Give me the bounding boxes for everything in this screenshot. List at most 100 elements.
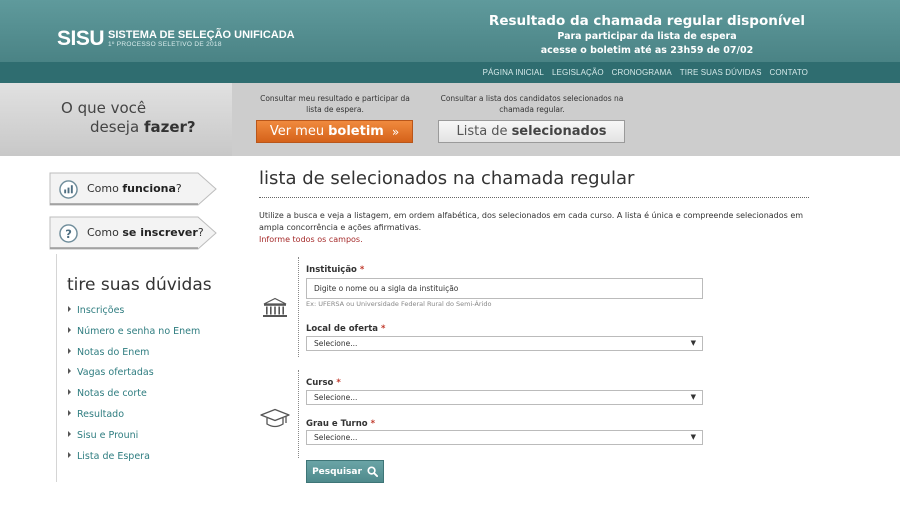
tab2-bold: se inscrever — [122, 226, 198, 239]
question-panel: O que você deseja fazer? — [0, 83, 232, 156]
local-label-text: Local de oferta — [306, 324, 379, 334]
faq-item-label: Inscrições — [77, 305, 125, 316]
triangle-bullet-icon — [68, 306, 71, 312]
como-funciona-label: Como funciona? — [87, 182, 182, 195]
faq-item-inscricoes[interactable]: Inscrições — [68, 305, 200, 326]
nav-cronograma[interactable]: CRONOGRAMA — [612, 68, 672, 77]
triangle-bullet-icon — [68, 389, 71, 396]
notice-title: Resultado da chamada regular disponível — [488, 13, 806, 29]
chevron-down-icon: ▼ — [690, 433, 696, 441]
logo-title: SISTEMA DE SELEÇÃO UNIFICADA — [108, 28, 295, 41]
faq-item-resultado[interactable]: Resultado — [68, 409, 200, 430]
tab2-suffix: ? — [197, 226, 204, 239]
nav-contato[interactable]: CONTATO — [770, 68, 808, 77]
faq-item-label: Número e senha no Enem — [77, 325, 201, 337]
faq-item-lista-espera[interactable]: Lista de Espera — [68, 451, 200, 472]
logo-text: SISTEMA DE SELEÇÃO UNIFICADA 1º PROCESSO… — [108, 28, 295, 49]
faq-item-notas-enem[interactable]: Notas do Enem — [68, 347, 200, 368]
faq-list: Inscrições Número e senha no Enem Notas … — [68, 305, 200, 471]
question-icon: ? — [59, 224, 78, 243]
pesquisar-label: Pesquisar — [312, 466, 362, 477]
faq-title: tire suas dúvidas — [67, 275, 212, 295]
search-icon — [367, 466, 378, 477]
faq-item-numero-senha[interactable]: Número e senha no Enem — [68, 326, 200, 347]
local-oferta-label: Local de oferta * — [306, 324, 385, 334]
institution-label: Instituição * — [306, 265, 364, 275]
logo-mark: SISU — [57, 27, 105, 50]
lista-de-selecionados-button[interactable]: Lista de selecionados — [438, 120, 625, 143]
intro-text: Utilize a busca e veja a listagem, em or… — [259, 211, 804, 232]
faq-item-label: Vagas ofertadas — [77, 367, 154, 379]
logo-subtitle: 1º PROCESSO SELETIVO DE 2018 — [108, 40, 222, 48]
boletim-description: Consultar meu resultado e participar da … — [260, 94, 410, 114]
tab1-suffix: ? — [175, 182, 182, 195]
faq-item-label: Notas do Enem — [77, 346, 150, 358]
ver-meu-boletim-button[interactable]: Ver meu boletim » — [256, 120, 413, 143]
form-group-divider — [298, 257, 299, 357]
curso-label-text: Curso — [306, 378, 334, 388]
svg-text:?: ? — [65, 227, 72, 241]
como-funciona-tab[interactable]: Como funciona? — [48, 172, 218, 206]
required-mark: * — [370, 419, 376, 429]
triangle-bullet-icon — [68, 368, 71, 375]
form-group-divider — [298, 370, 299, 458]
grau-turno-label: Grau e Turno * — [306, 419, 375, 429]
site-header: SISU SISTEMA DE SELEÇÃO UNIFICADA 1º PRO… — [0, 0, 900, 62]
top-nav-bar: PÁGINA INICIAL LEGISLAÇÃO CRONOGRAMA TIR… — [0, 62, 900, 83]
como-se-inscrever-label: Como se inscrever? — [87, 226, 204, 239]
question-line-1: O que você — [61, 99, 147, 117]
lista-description: Consultar a lista dos candidatos selecio… — [440, 94, 624, 114]
faq-item-sisu-prouni[interactable]: Sisu e Prouni — [68, 430, 200, 451]
top-nav: PÁGINA INICIAL LEGISLAÇÃO CRONOGRAMA TIR… — [475, 62, 808, 83]
local-oferta-select[interactable]: Selecione... ▼ — [306, 336, 703, 351]
triangle-bullet-icon — [68, 326, 71, 333]
grau-turno-select[interactable]: Selecione... ▼ — [306, 430, 703, 445]
title-divider — [259, 197, 809, 198]
tab1-bold: funciona — [122, 182, 176, 195]
result-notice: Resultado da chamada regular disponível … — [487, 12, 807, 58]
question-bold: fazer? — [143, 118, 196, 136]
question-line-2: deseja fazer? — [90, 118, 196, 136]
institution-input[interactable] — [306, 278, 703, 299]
nav-tire-suas-duvidas[interactable]: TIRE SUAS DÚVIDAS — [680, 68, 762, 77]
required-warning: Informe todos os campos. — [259, 235, 363, 244]
boletim-button-prefix: Ver meu — [269, 124, 325, 139]
triangle-bullet-icon — [68, 347, 71, 354]
notice-line-1: Para participar da lista de espera — [557, 31, 737, 42]
faq-item-label: Lista de Espera — [77, 450, 150, 462]
page-title: lista de selecionados na chamada regular — [259, 168, 635, 189]
curso-select[interactable]: Selecione... ▼ — [306, 390, 703, 405]
tab1-prefix: Como — [87, 182, 119, 195]
triangle-bullet-icon — [68, 409, 71, 416]
lista-button-prefix: Lista de — [456, 124, 508, 139]
chevron-down-icon: ▼ — [690, 339, 696, 347]
curso-label: Curso * — [306, 378, 341, 388]
nav-legislacao[interactable]: LEGISLAÇÃO — [552, 68, 604, 77]
select-value: Selecione... — [314, 339, 358, 348]
faq-item-vagas[interactable]: Vagas ofertadas — [68, 367, 200, 388]
double-arrow-icon: » — [391, 124, 400, 139]
sisu-logo[interactable]: SISU SISTEMA DE SELEÇÃO UNIFICADA 1º PRO… — [57, 27, 295, 51]
institution-hint: Ex: UFERSA ou Universidade Federal Rural… — [306, 300, 492, 308]
select-value: Selecione... — [314, 393, 358, 402]
question-prefix: deseja — [90, 118, 140, 136]
sidebar-divider — [56, 254, 57, 482]
boletim-button-bold: boletim — [328, 124, 384, 139]
faq-item-label: Notas de corte — [77, 388, 147, 400]
como-se-inscrever-tab[interactable]: ? Como se inscrever? — [48, 216, 218, 250]
required-mark: * — [381, 324, 386, 334]
grau-label-text: Grau e Turno — [306, 419, 368, 429]
chevron-down-icon: ▼ — [690, 393, 696, 401]
required-mark: * — [336, 378, 341, 388]
notice-line-2: acesse o boletim até as 23h59 de 07/02 — [540, 45, 754, 56]
institution-label-text: Instituição — [306, 265, 357, 275]
faq-item-notas-corte[interactable]: Notas de corte — [68, 388, 200, 409]
triangle-bullet-icon — [68, 430, 71, 437]
chart-icon — [59, 180, 78, 199]
pesquisar-button[interactable]: Pesquisar — [306, 460, 384, 483]
institution-icon — [263, 297, 287, 317]
nav-pagina-inicial[interactable]: PÁGINA INICIAL — [483, 68, 544, 77]
faq-item-label: Sisu e Prouni — [77, 429, 139, 441]
required-mark: * — [359, 265, 365, 275]
triangle-bullet-icon — [68, 451, 71, 458]
